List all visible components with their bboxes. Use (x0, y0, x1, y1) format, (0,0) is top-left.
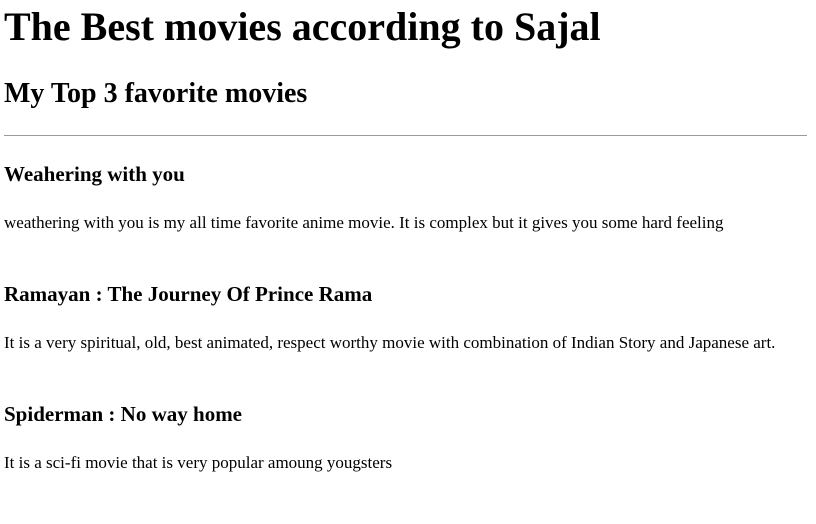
movie-description: weathering with you is my all time favor… (4, 213, 724, 232)
movie-description: It is a sci-fi movie that is very popula… (4, 453, 393, 472)
page-title: The Best movies according to Sajal (4, 4, 601, 49)
page-subtitle: My Top 3 favorite movies (4, 78, 308, 109)
movie-description: It is a very spiritual, old, best animat… (4, 333, 776, 352)
divider (4, 135, 807, 136)
page: The Best movies according to Sajal My To… (0, 0, 816, 524)
movie-title: Spiderman : No way home (4, 402, 243, 426)
movie-title: Weahering with you (4, 162, 185, 186)
movie-title: Ramayan : The Journey Of Prince Rama (4, 282, 373, 306)
